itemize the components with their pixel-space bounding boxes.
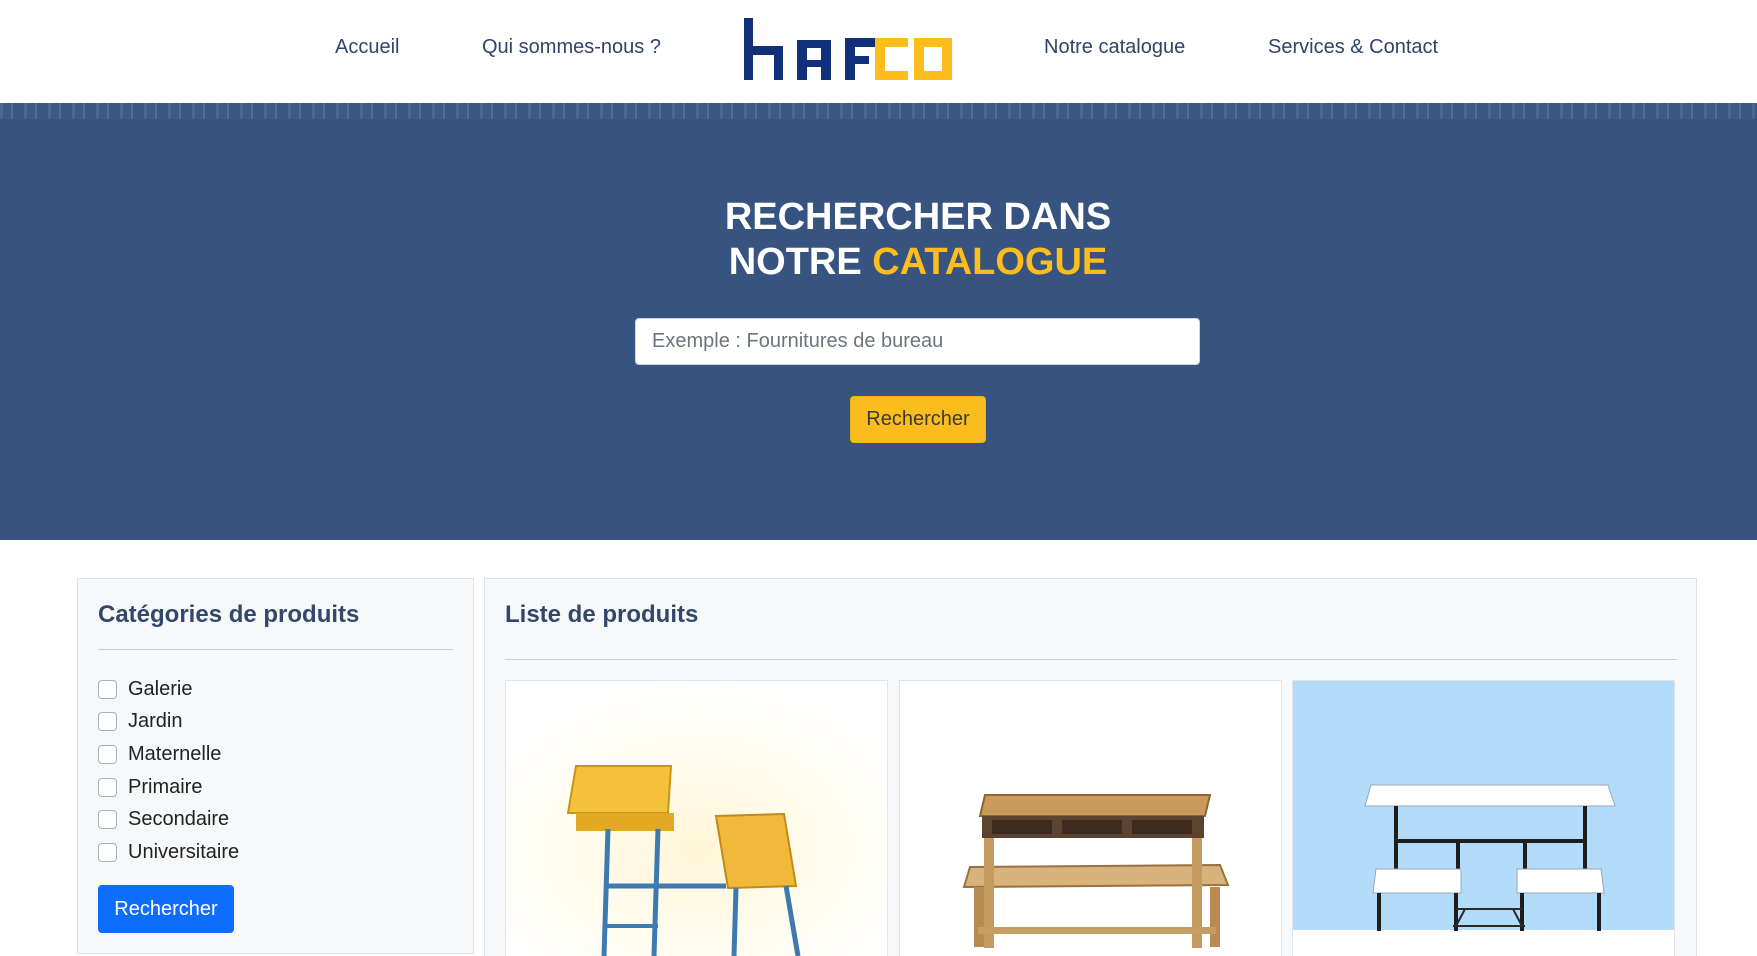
category-item-universitaire[interactable]: Universitaire — [98, 836, 239, 869]
divider — [98, 649, 453, 650]
product-list-title: Liste de produits — [505, 601, 699, 628]
product-image-metal-desk — [1293, 681, 1674, 956]
hero-title-line2-prefix: NOTRE — [728, 241, 873, 283]
hero-background-texture — [0, 103, 1757, 119]
category-label: Galerie — [128, 677, 193, 700]
hero-search-button[interactable]: Rechercher — [850, 396, 986, 443]
nav-link-about[interactable]: Qui sommes-nous ? — [482, 36, 661, 59]
category-filter-panel: Catégories de produits Galerie Jardin Ma… — [77, 578, 474, 954]
category-item-secondaire[interactable]: Secondaire — [98, 803, 239, 836]
nav-link-catalogue[interactable]: Notre catalogue — [1044, 36, 1185, 59]
nav-link-home[interactable]: Accueil — [335, 36, 399, 59]
category-item-galerie[interactable]: Galerie — [98, 673, 239, 706]
category-checkbox[interactable] — [98, 744, 117, 764]
category-item-maternelle[interactable]: Maternelle — [98, 738, 239, 771]
catalogue-search-input[interactable] — [635, 318, 1200, 365]
category-checkbox[interactable] — [98, 842, 117, 862]
category-label: Secondaire — [128, 808, 230, 831]
category-filter-button[interactable]: Rechercher — [98, 885, 234, 933]
hero-title-accent: CATALOGUE — [872, 241, 1108, 283]
category-label: Universitaire — [128, 840, 240, 863]
hero-search-section: RECHERCHER DANS NOTRE CATALOGUE Recherch… — [0, 103, 1757, 540]
category-checkbox[interactable] — [98, 679, 117, 699]
category-list: Galerie Jardin Maternelle Primaire Secon… — [98, 673, 239, 869]
category-checkbox[interactable] — [98, 777, 117, 797]
product-card[interactable] — [899, 680, 1282, 956]
category-label: Maternelle — [128, 742, 222, 765]
product-card[interactable] — [505, 680, 888, 956]
product-image-wooden-desk — [900, 681, 1281, 956]
hero-title: RECHERCHER DANS NOTRE CATALOGUE — [0, 195, 1757, 285]
divider — [505, 659, 1677, 660]
hero-title-line1: RECHERCHER DANS — [724, 196, 1112, 238]
category-label: Jardin — [128, 710, 183, 733]
category-item-primaire[interactable]: Primaire — [98, 771, 239, 804]
category-panel-title: Catégories de produits — [98, 601, 360, 628]
product-card[interactable] — [1292, 680, 1675, 956]
category-item-jardin[interactable]: Jardin — [98, 706, 239, 739]
product-image-yellow-desk — [506, 681, 887, 956]
category-checkbox[interactable] — [98, 810, 117, 830]
hafco-logo[interactable] — [742, 18, 954, 82]
category-checkbox[interactable] — [98, 712, 117, 732]
top-navigation: Accueil Qui sommes-nous ? Notre catalogu — [0, 0, 1757, 103]
product-list-panel: Liste de produits — [484, 578, 1697, 956]
category-label: Primaire — [128, 775, 203, 798]
nav-link-contact[interactable]: Services & Contact — [1268, 36, 1438, 59]
